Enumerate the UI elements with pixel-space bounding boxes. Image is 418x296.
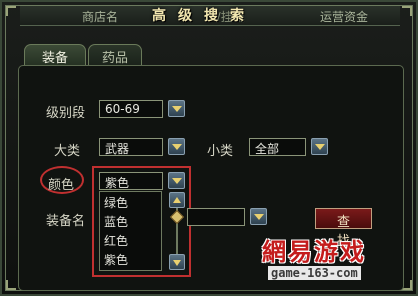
watermark-brand-a: 網易 bbox=[262, 238, 314, 266]
color-label: 颜色 bbox=[48, 178, 75, 193]
column-operating-fund[interactable]: 运营资金 bbox=[320, 8, 368, 25]
color-dropdown-list: 绿色 蓝色 红色 紫色 bbox=[99, 191, 162, 271]
category-select[interactable]: 武器 bbox=[99, 138, 163, 156]
scroll-down-arrow-icon[interactable] bbox=[169, 254, 185, 270]
color-option[interactable]: 红色 bbox=[100, 230, 161, 249]
search-button[interactable]: 查 找 bbox=[315, 208, 372, 249]
color-option[interactable]: 绿色 bbox=[100, 192, 161, 211]
color-select[interactable]: 紫色 bbox=[99, 172, 163, 190]
watermark-brand: 網易游戏 bbox=[262, 232, 366, 267]
scrollbar-thumb[interactable] bbox=[169, 209, 185, 225]
color-option[interactable]: 蓝色 bbox=[100, 211, 161, 230]
level-select[interactable]: 60-69 bbox=[99, 100, 163, 118]
subcategory-dropdown-arrow-icon[interactable] bbox=[311, 138, 328, 155]
tab-medicine[interactable]: 药品 bbox=[88, 44, 142, 66]
scroll-up-arrow-icon[interactable] bbox=[169, 192, 185, 208]
subcategory-label: 小类 bbox=[207, 144, 234, 159]
level-label: 级别段 bbox=[46, 106, 86, 121]
tab-equipment[interactable]: 装备 bbox=[24, 44, 86, 66]
watermark-brand-b: 游戏 bbox=[314, 238, 366, 266]
corner-ornament-icon bbox=[6, 280, 16, 290]
column-shop-name[interactable]: 商店名 bbox=[82, 8, 118, 25]
watermark-logo: 網易游戏 game-163-com bbox=[260, 232, 416, 292]
watermark-domain: game-163-com bbox=[268, 266, 361, 280]
equipment-name-input[interactable] bbox=[187, 208, 245, 226]
equipment-name-dropdown-arrow-icon[interactable] bbox=[250, 208, 267, 225]
dialog-title: 高级搜索 bbox=[152, 8, 256, 24]
corner-ornament-icon bbox=[402, 6, 412, 16]
category-dropdown-arrow-icon[interactable] bbox=[168, 138, 185, 155]
subcategory-select[interactable]: 全部 bbox=[249, 138, 306, 156]
equipment-name-label: 装备名 bbox=[46, 214, 86, 229]
color-option[interactable]: 紫色 bbox=[100, 249, 161, 268]
level-dropdown-arrow-icon[interactable] bbox=[168, 100, 185, 117]
dropdown-scrollbar[interactable] bbox=[169, 192, 185, 270]
category-label: 大类 bbox=[54, 144, 81, 159]
color-dropdown-arrow-icon[interactable] bbox=[168, 172, 185, 189]
corner-ornament-icon bbox=[6, 6, 16, 16]
dialog-frame: 商店名 L/挂嘿 运营资金 高级搜索 装备 药品 级别段 60-69 大类 武器… bbox=[0, 0, 418, 296]
